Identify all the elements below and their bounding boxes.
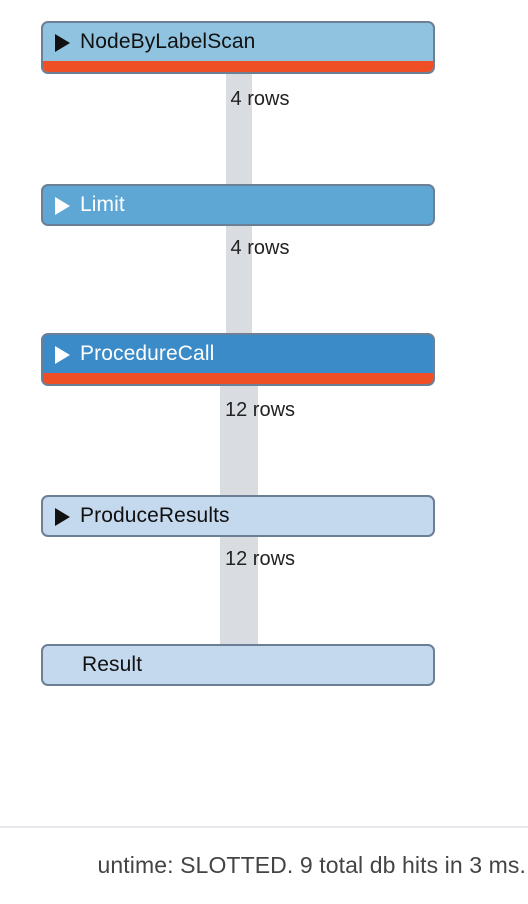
cost-bar (43, 61, 433, 72)
row-count: 4 rows (230, 237, 290, 259)
operator-result: Result (41, 644, 435, 686)
operator-limit[interactable]: Limit (41, 184, 435, 226)
operator-label: Result (82, 653, 143, 676)
plan-summary: untime: SLOTTED. 9 total db hits in 3 ms… (97, 852, 526, 878)
row-count: 12 rows (224, 548, 296, 570)
expand-triangle-icon[interactable] (55, 33, 70, 52)
operator-label: ProcedureCall (80, 342, 215, 365)
row-count: 4 rows (230, 88, 290, 110)
query-plan-diagram: NodeByLabelScan 4 rows Limit 4 rows Proc… (0, 0, 528, 800)
operator-procedure-call[interactable]: ProcedureCall (41, 333, 435, 386)
operator-label: ProduceResults (80, 504, 230, 527)
expand-triangle-icon[interactable] (55, 345, 70, 364)
expand-triangle-icon[interactable] (55, 507, 70, 526)
row-count: 12 rows (224, 399, 296, 421)
operator-label: NodeByLabelScan (80, 30, 256, 53)
operator-label: Limit (80, 193, 125, 216)
cost-bar (43, 373, 433, 384)
operator-node-by-label-scan[interactable]: NodeByLabelScan (41, 21, 435, 74)
footer-divider (0, 826, 528, 828)
expand-triangle-icon[interactable] (55, 196, 70, 215)
operator-produce-results[interactable]: ProduceResults (41, 495, 435, 537)
